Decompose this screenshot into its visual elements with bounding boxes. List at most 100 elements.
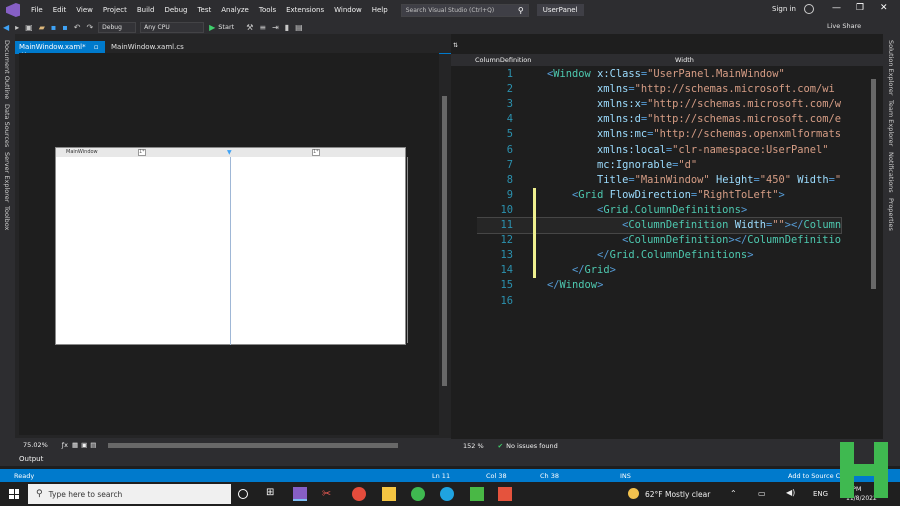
weather-text[interactable]: 62°F Mostly clear <box>645 490 710 499</box>
forward-icon[interactable]: ▸ <box>15 23 19 32</box>
code-line[interactable]: 12 <ColumnDefinition></ColumnDefinitio <box>477 233 841 248</box>
splitter-arrows-icon[interactable]: ⇅ <box>453 42 458 49</box>
column-splitter-arrow-icon[interactable]: ▼ <box>227 149 232 156</box>
language-indicator[interactable]: ENG <box>813 490 828 498</box>
fx-icon[interactable]: ƒx <box>62 441 68 449</box>
rail-data-sources[interactable]: Data Sources <box>3 104 11 147</box>
code-line[interactable]: 11 <ColumnDefinition Width=""></Column <box>477 217 843 234</box>
search-input[interactable]: Search Visual Studio (Ctrl+Q) ⚲ <box>400 3 529 17</box>
hscrollbar[interactable] <box>108 442 399 448</box>
rail-team-explorer[interactable]: Team Explorer <box>887 100 895 146</box>
indent-icon[interactable]: ⇥ <box>272 23 279 32</box>
maximize-button[interactable]: ❐ <box>856 3 864 13</box>
account-icon[interactable] <box>804 4 814 14</box>
menu-build[interactable]: Build <box>132 6 160 14</box>
windows-start-icon[interactable] <box>9 489 19 499</box>
code-line[interactable]: 5 xmlns:mc="http://schemas.openxmlformat… <box>477 127 841 142</box>
vpn-icon[interactable] <box>411 487 425 501</box>
taskbar-search-input[interactable]: ⚲ Type here to search <box>28 484 231 504</box>
camtasia-icon[interactable] <box>470 487 484 501</box>
menu-view[interactable]: View <box>71 6 98 14</box>
close-button[interactable]: ✕ <box>880 3 888 13</box>
nav-left-dropdown[interactable]: ColumnDefinition <box>475 56 675 64</box>
status-insert-mode[interactable]: INS <box>620 472 631 480</box>
bookmark-icon[interactable]: ▮ <box>285 23 289 32</box>
toolbox-icon[interactable]: ⚒ <box>246 23 253 32</box>
menu-extensions[interactable]: Extensions <box>281 6 329 14</box>
status-line[interactable]: Ln 11 <box>432 472 450 480</box>
status-char[interactable]: Ch 38 <box>540 472 559 480</box>
code-line[interactable]: 9 <Grid FlowDirection="RightToLeft"> <box>477 188 785 203</box>
pin-icon[interactable]: ▫ <box>94 43 99 51</box>
search-icon[interactable]: ⚲ <box>518 6 524 15</box>
column-marker-left[interactable]: 1* <box>138 149 146 156</box>
menu-test[interactable]: Test <box>192 6 216 14</box>
editor-zoom[interactable]: 152 % <box>463 442 484 450</box>
snipping-tool-icon[interactable]: ✂ <box>322 487 336 501</box>
menu-edit[interactable]: Edit <box>48 6 72 14</box>
output-tab[interactable]: Output <box>15 452 883 466</box>
minimize-button[interactable]: — <box>832 3 841 13</box>
task-view-icon[interactable] <box>238 489 248 499</box>
code-line[interactable]: 3 xmlns:x="http://schemas.microsoft.com/… <box>477 97 841 112</box>
nav-right-dropdown[interactable]: Width <box>675 56 855 64</box>
format-icon[interactable]: ≡ <box>259 23 266 32</box>
code-line[interactable]: 6 xmlns:local="clr-namespace:UserPanel" <box>477 143 829 158</box>
code-line[interactable]: 16 <box>477 294 547 309</box>
start-button[interactable]: Start <box>218 23 234 31</box>
menu-analyze[interactable]: Analyze <box>216 6 254 14</box>
new-project-icon[interactable]: ▣ <box>25 23 33 32</box>
redo-icon[interactable]: ↷ <box>86 23 93 32</box>
snap-icon[interactable]: ▣ <box>81 441 87 449</box>
platform-dropdown[interactable]: Any CPU <box>140 21 205 33</box>
grid-column-divider[interactable] <box>230 157 231 345</box>
rail-notifications[interactable]: Notifications <box>887 152 895 193</box>
save-icon[interactable]: ▪ <box>51 23 56 32</box>
network-icon[interactable]: ▭ <box>758 489 766 498</box>
sign-in-link[interactable]: Sign in <box>772 5 796 13</box>
live-share-button[interactable]: Live Share <box>827 22 861 30</box>
edge-icon[interactable] <box>440 487 454 501</box>
tab-mainwindow-xaml-cs[interactable]: MainWindow.xaml.cs <box>107 41 188 53</box>
undo-icon[interactable]: ↶ <box>74 23 81 32</box>
layout-icon[interactable]: ▤ <box>90 441 96 449</box>
code-line[interactable]: 2 xmlns="http://schemas.microsoft.com/wi <box>477 82 835 97</box>
designer-scrollbar[interactable] <box>442 96 447 386</box>
file-explorer-icon[interactable] <box>382 487 396 501</box>
tray-chevron-icon[interactable]: ⌃ <box>730 489 737 498</box>
code-line[interactable]: 13 </Grid.ColumnDefinitions> <box>477 248 753 263</box>
status-column[interactable]: Col 38 <box>486 472 507 480</box>
grid-icon[interactable]: ▦ <box>72 441 78 449</box>
menu-window[interactable]: Window <box>329 6 367 14</box>
rail-solution-explorer[interactable]: Solution Explorer <box>887 40 895 96</box>
start-icon[interactable]: ▶ <box>209 23 215 32</box>
open-file-icon[interactable]: ▰ <box>39 23 45 32</box>
code-line[interactable]: 8 Title="MainWindow" Height="450" Width=… <box>477 173 841 188</box>
code-line[interactable]: 14 </Grid> <box>477 263 615 278</box>
rail-toolbox[interactable]: Toolbox <box>3 206 11 230</box>
issues-status[interactable]: No issues found <box>506 442 558 450</box>
configuration-dropdown[interactable]: Debug <box>98 21 137 33</box>
code-line[interactable]: 4 xmlns:d="http://schemas.microsoft.com/… <box>477 112 841 127</box>
design-canvas[interactable]: MainWindow 1* 1* ▼ <box>19 53 439 435</box>
recorder-icon[interactable] <box>498 487 512 501</box>
code-line[interactable]: 7 mc:Ignorable="d" <box>477 158 697 173</box>
designer-zoom[interactable]: 75.02% <box>23 441 48 449</box>
menu-tools[interactable]: Tools <box>254 6 281 14</box>
column-marker-right[interactable]: 1* <box>312 149 320 156</box>
volume-icon[interactable]: ◀) <box>786 488 795 497</box>
comment-icon[interactable]: ▤ <box>295 23 303 32</box>
code-line[interactable]: 15 </Window> <box>477 278 603 293</box>
code-area[interactable]: 1 <Window x:Class="UserPanel.MainWindow" 2… <box>477 67 869 437</box>
menu-help[interactable]: Help <box>367 6 393 14</box>
rail-server-explorer[interactable]: Server Explorer <box>3 152 11 202</box>
multitask-icon[interactable]: ⊞ <box>266 487 280 501</box>
save-all-icon[interactable]: ▪ <box>62 23 67 32</box>
back-icon[interactable]: ◀ <box>3 23 9 32</box>
rail-properties[interactable]: Properties <box>887 198 895 231</box>
menu-debug[interactable]: Debug <box>159 6 192 14</box>
menu-project[interactable]: Project <box>98 6 132 14</box>
menu-file[interactable]: File <box>26 6 48 14</box>
visual-studio-taskbar-icon[interactable] <box>293 487 307 501</box>
chrome-icon[interactable] <box>352 487 366 501</box>
